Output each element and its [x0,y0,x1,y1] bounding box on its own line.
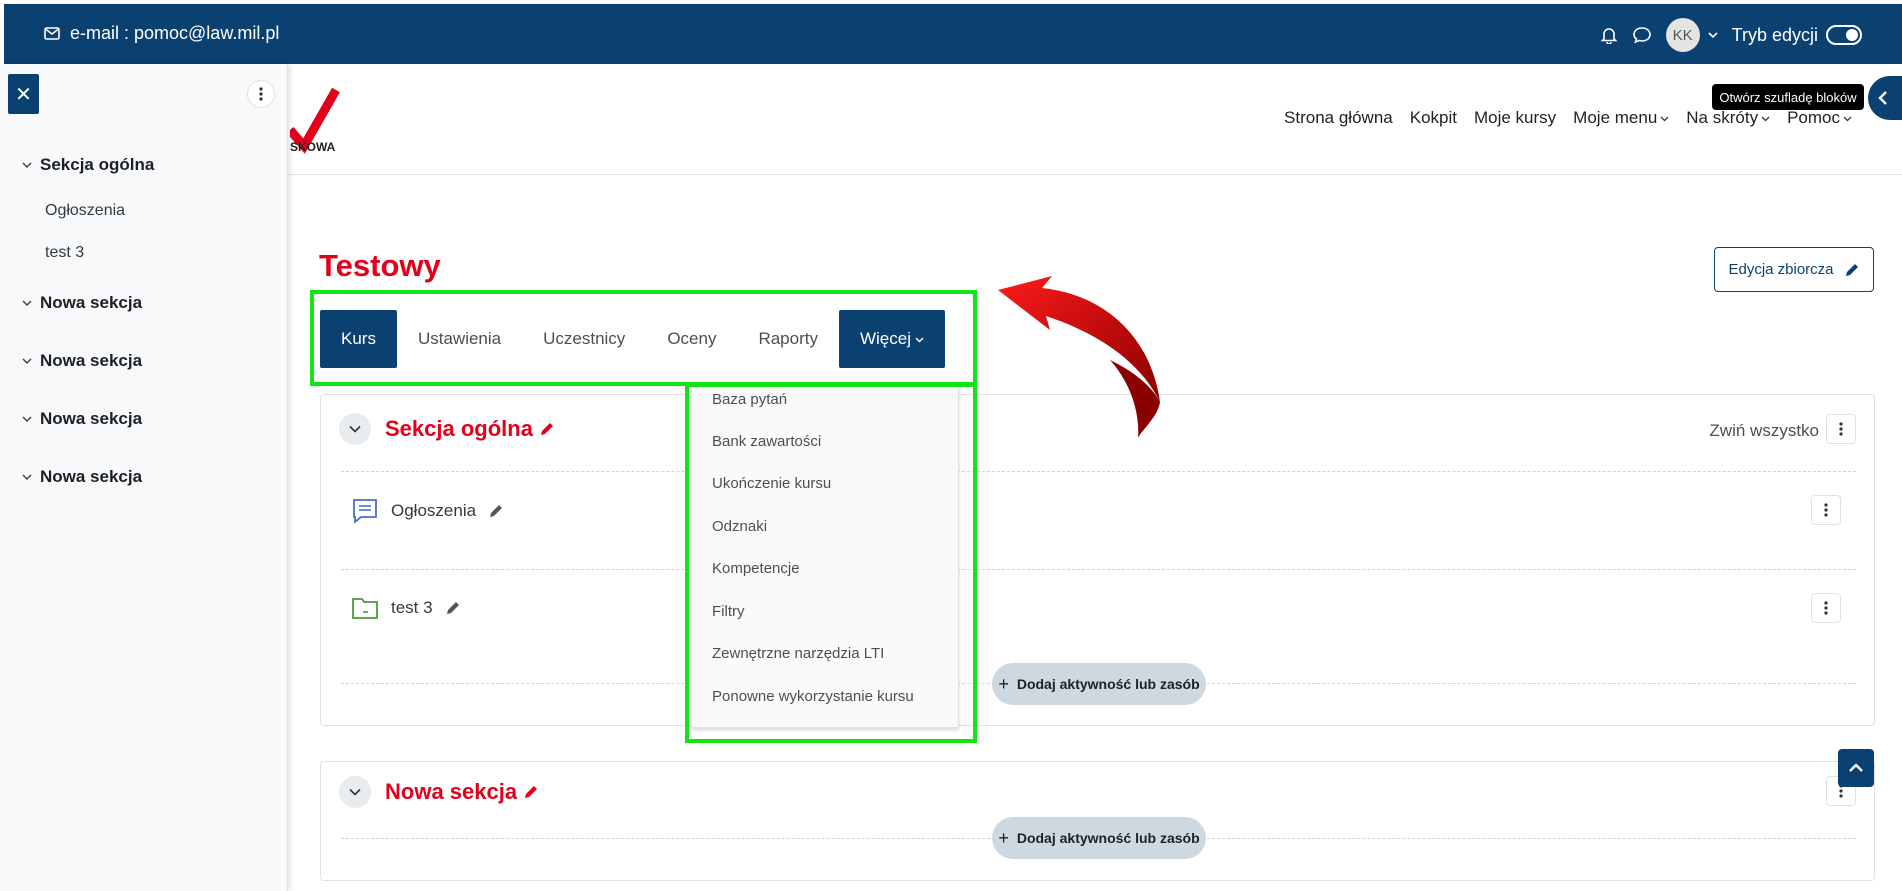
bulk-edit-label: Edycja zbiorcza [1728,261,1834,278]
forum-icon [353,499,377,524]
drawer-section-new-3[interactable]: Nowa sekcja [0,390,287,448]
nav-item-my-courses[interactable]: Moje kursy [1474,108,1556,128]
chevron-down-icon [1660,116,1669,121]
collapse-all-link[interactable]: Zwiń wszystko [1709,421,1819,441]
section-collapse-button[interactable] [339,776,371,808]
pencil-icon[interactable] [539,421,555,437]
edit-mode-toggle[interactable] [1826,25,1862,45]
divider [341,471,1856,472]
nav-item-my-menu[interactable]: Moje menu [1573,108,1669,128]
plus-icon: + [998,827,1009,848]
chevron-down-icon [22,162,32,169]
page-title: Testowy [319,248,441,283]
drawer-item-announcements[interactable]: Ogłoszenia [0,190,287,232]
drawer-section-general[interactable]: Sekcja ogólna [0,140,287,190]
pencil-icon[interactable] [523,784,539,800]
email-text: e-mail : pomoc@law.mil.pl [70,23,280,43]
drawer-section-title: Nowa sekcja [40,351,143,370]
drawer-options-button[interactable] [247,80,275,108]
section-title[interactable]: Nowa sekcja [385,779,539,805]
pencil-icon [1845,263,1858,276]
edit-mode-label: Tryb edycji [1731,24,1818,45]
header-divider [288,174,1902,175]
section-title-text: Sekcja ogólna [385,416,533,441]
tabs-highlight-box [310,290,977,386]
kebab-icon [1824,601,1828,615]
drawer-item-test3[interactable]: test 3 [0,232,287,274]
chevron-down-icon [1843,116,1852,121]
nav-item-home[interactable]: Strona główna [1284,108,1393,128]
course-index-drawer: ✕ Sekcja ogólna Ogłoszenia test 3 Nowa s… [0,64,288,891]
user-avatar[interactable]: KK [1665,18,1700,52]
section-title[interactable]: Sekcja ogólna [385,416,555,442]
kebab-icon [1839,422,1843,436]
drawer-section-title: Sekcja ogólna [40,155,155,174]
plus-icon: + [998,673,1009,694]
nav-item-label: Pomoc [1787,108,1840,127]
drawer-section-new-2[interactable]: Nowa sekcja [0,332,287,390]
chevron-up-icon [1849,763,1863,772]
activity-options-button[interactable] [1811,495,1841,525]
chevron-down-icon [1761,116,1770,121]
activity-name: Ogłoszenia [391,501,477,520]
pencil-icon[interactable] [445,600,461,616]
chevron-down-icon [22,416,32,423]
section-title-text: Nowa sekcja [385,779,518,804]
nav-item-label: Moje menu [1573,108,1658,127]
chat-icon[interactable] [1632,26,1652,44]
add-activity-button[interactable]: + Dodaj aktywność lub zasób [992,817,1206,859]
drawer-section-new-1[interactable]: Nowa sekcja [0,274,287,332]
close-icon: ✕ [15,83,32,106]
drawer-section-new-4[interactable]: Nowa sekcja [0,448,287,506]
bulk-edit-button[interactable]: Edycja zbiorcza [1714,247,1874,292]
nav-item-help[interactable]: Pomoc [1787,108,1852,128]
block-drawer-tooltip: Otwórz szufladę bloków [1712,84,1864,110]
section-collapse-button[interactable] [339,413,371,445]
mail-icon [44,27,60,40]
section-options-button[interactable] [1826,414,1856,444]
activity-announcements[interactable]: Ogłoszenia [351,497,504,525]
close-drawer-button[interactable]: ✕ [8,74,39,114]
add-activity-label: Dodaj aktywność lub zasób [1016,676,1200,692]
chevron-left-icon [1878,91,1887,105]
nav-item-shortcuts[interactable]: Na skróty [1686,108,1770,128]
chevron-down-icon [349,425,361,433]
chevron-down-icon [22,300,32,307]
nav-item-dashboard[interactable]: Kokpit [1410,108,1457,128]
add-activity-button[interactable]: + Dodaj aktywność lub zasób [992,663,1206,705]
chevron-down-icon[interactable] [1708,31,1718,39]
chevron-down-icon [22,358,32,365]
drawer-section-title: Nowa sekcja [40,467,143,486]
folder-icon [352,598,378,619]
section-card-general: Sekcja ogólna Zwiń wszystko Ogłoszenia t… [320,394,1875,726]
chevron-down-icon [349,788,361,796]
section-card-new-1: Nowa sekcja + Dodaj aktywność lub zasób [320,761,1875,881]
pencil-icon[interactable] [488,503,504,519]
nav-item-label: Na skróty [1686,108,1759,127]
activity-name: test 3 [391,598,433,617]
drawer-section-title: Nowa sekcja [40,409,143,428]
chevron-down-icon [22,474,32,481]
main-navigation: Strona główna Kokpit Moje kursy Moje men… [1284,108,1852,128]
divider [341,569,1856,570]
dropdown-highlight-box [685,383,977,743]
drawer-section-title: Nowa sekcja [40,293,143,312]
top-bar: e-mail : pomoc@law.mil.pl KK Tryb edycji [4,4,1902,64]
add-activity-label: Dodaj aktywność lub zasób [1016,830,1200,846]
annotation-arrow [998,276,1160,438]
block-drawer-toggle[interactable] [1868,76,1902,120]
activity-options-button[interactable] [1811,593,1841,623]
scroll-to-top-button[interactable] [1838,749,1874,787]
bell-icon[interactable] [1600,26,1618,44]
contact-email[interactable]: e-mail : pomoc@law.mil.pl [44,23,279,44]
kebab-icon [1824,503,1828,517]
logo-text: SKOWA [290,140,336,154]
activity-test3[interactable]: test 3 [351,595,461,621]
kebab-icon [259,87,263,101]
